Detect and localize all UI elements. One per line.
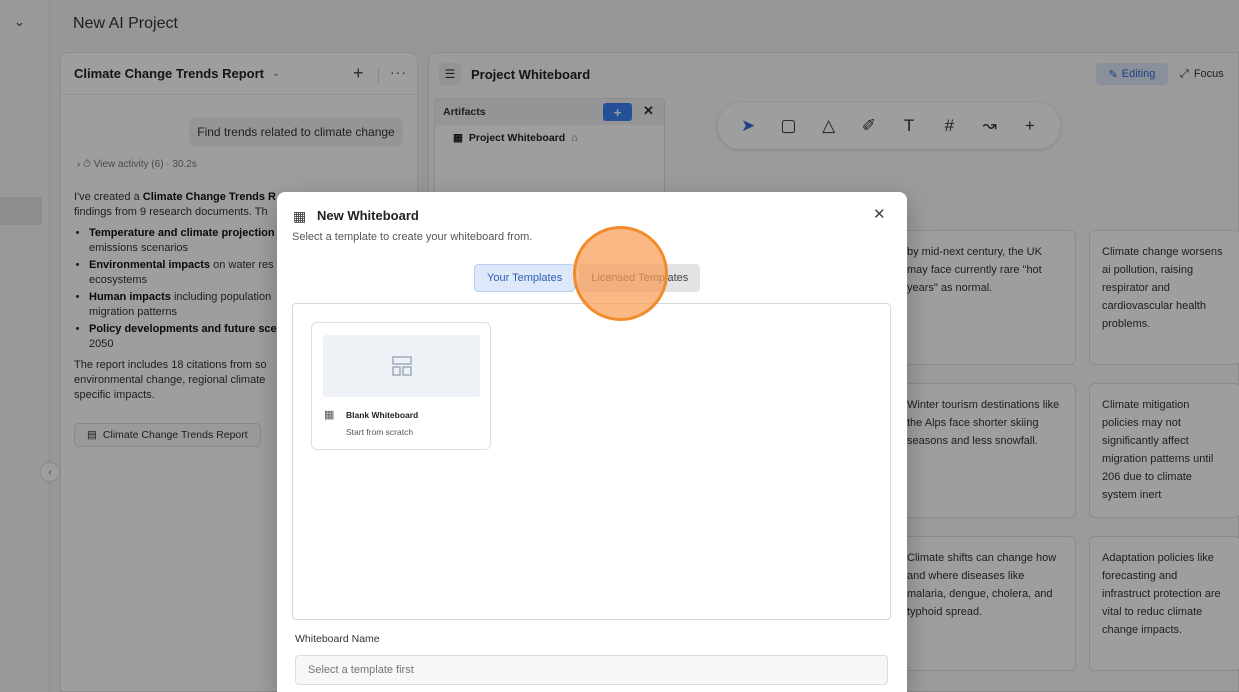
close-icon[interactable]: ✕: [873, 205, 886, 223]
template-description: Start from scratch: [346, 427, 414, 437]
dialog-subtitle: Select a template to create your whitebo…: [292, 231, 533, 243]
template-name: Blank Whiteboard: [346, 410, 419, 420]
tab-your-templates[interactable]: Your Templates: [474, 264, 576, 292]
template-icon: [391, 356, 412, 376]
dialog-title: New Whiteboard: [317, 208, 419, 223]
whiteboard-name-label: Whiteboard Name: [295, 633, 380, 645]
template-icon: ▦: [324, 409, 335, 421]
click-indicator: [573, 226, 668, 321]
blank-whiteboard-card[interactable]: ▦ Blank Whiteboard Start from scratch: [311, 322, 491, 450]
whiteboard-name-input[interactable]: [295, 655, 888, 685]
template-thumbnail: [323, 335, 480, 397]
template-icon: ▦: [293, 208, 307, 224]
template-grid: ▦ Blank Whiteboard Start from scratch: [292, 303, 891, 620]
